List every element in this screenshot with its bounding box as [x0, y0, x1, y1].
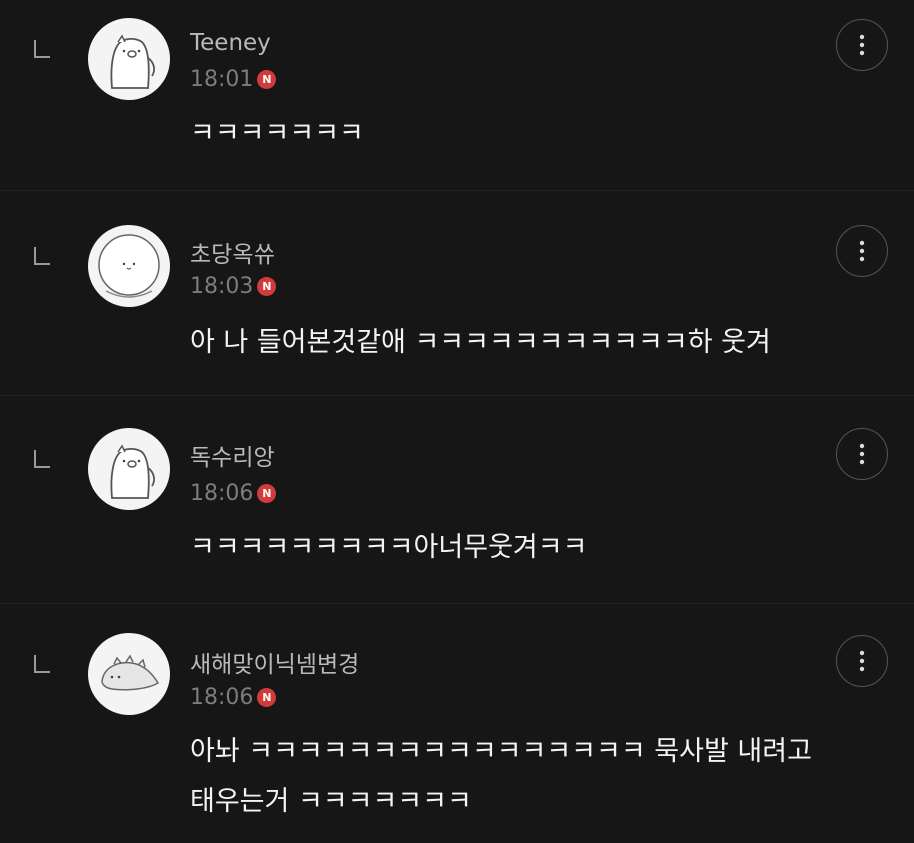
more-options-button[interactable] [836, 428, 888, 480]
comment-meta: 18:01 N [190, 67, 277, 92]
new-badge: N [257, 277, 277, 296]
comment-time: 18:06 [190, 481, 254, 506]
comment-meta: 18:03 N [190, 274, 277, 299]
comment-text: 아놔 ㅋㅋㅋㅋㅋㅋㅋㅋㅋㅋㅋㅋㅋㅋㅋㅋ 묵사발 내려고 태우는거 ㅋㅋㅋㅋㅋㅋㅋ [190, 736, 812, 817]
kebab-menu-icon [859, 34, 865, 56]
round-character-icon [98, 234, 160, 298]
comment-time: 18:06 [190, 685, 254, 710]
comment-item: Teeney 18:01 N ㅋㅋㅋㅋㅋㅋㅋ [0, 0, 914, 191]
comment-item: 초당옥쓔 18:03 N 아 나 들어본것같애 ㅋㅋㅋㅋㅋㅋㅋㅋㅋㅋㅋ하 웃겨 [0, 190, 914, 396]
comment-nickname[interactable]: 새해맞이닉넴변경 [190, 645, 359, 679]
comment-meta: 18:06 N [190, 481, 277, 506]
new-badge: N [257, 484, 277, 503]
dinosaur-character-icon [101, 654, 160, 691]
comment-time: 18:03 [190, 274, 254, 299]
more-options-button[interactable] [836, 635, 888, 687]
comment-nickname[interactable]: 독수리앙 [190, 438, 275, 472]
pig-character-icon [110, 34, 155, 89]
reply-arrow-icon [34, 247, 50, 265]
new-badge: N [257, 688, 277, 707]
reply-arrow-icon [34, 40, 50, 58]
comment-meta: 18:06 N [190, 685, 277, 710]
pig-character-icon [110, 444, 155, 499]
comment-nickname[interactable]: Teeney [190, 30, 271, 56]
comment-list: Teeney 18:01 N ㅋㅋㅋㅋㅋㅋㅋ 초당옥쓔 18:03 N 아 나 … [0, 0, 914, 843]
kebab-menu-icon [859, 650, 865, 672]
new-badge: N [257, 70, 277, 89]
avatar[interactable] [88, 633, 170, 715]
comment-nickname[interactable]: 초당옥쓔 [190, 235, 275, 269]
avatar[interactable] [88, 225, 170, 307]
avatar[interactable] [88, 428, 170, 510]
comment-text: 아 나 들어본것같애 ㅋㅋㅋㅋㅋㅋㅋㅋㅋㅋㅋ하 웃겨 [190, 327, 771, 358]
comment-time: 18:01 [190, 67, 254, 92]
comment-item: 새해맞이닉넴변경 18:06 N 아놔 ㅋㅋㅋㅋㅋㅋㅋㅋㅋㅋㅋㅋㅋㅋㅋㅋ 묵사발… [0, 603, 914, 843]
avatar[interactable] [88, 18, 170, 100]
more-options-button[interactable] [836, 19, 888, 71]
reply-arrow-icon [34, 450, 50, 468]
comment-text: ㅋㅋㅋㅋㅋㅋㅋㅋㅋ아너무웃겨ㅋㅋ [190, 532, 588, 563]
comment-item: 독수리앙 18:06 N ㅋㅋㅋㅋㅋㅋㅋㅋㅋ아너무웃겨ㅋㅋ [0, 395, 914, 604]
more-options-button[interactable] [836, 225, 888, 277]
kebab-menu-icon [859, 240, 865, 262]
comment-text: ㅋㅋㅋㅋㅋㅋㅋ [190, 118, 364, 149]
reply-arrow-icon [34, 655, 50, 673]
kebab-menu-icon [859, 443, 865, 465]
